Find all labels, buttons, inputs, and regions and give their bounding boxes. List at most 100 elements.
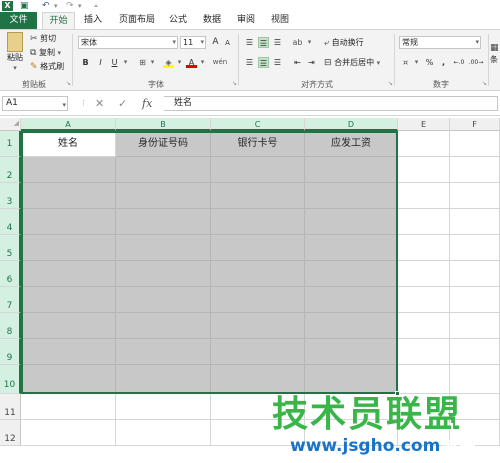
font-color-dropdown-icon[interactable]: ▾ [197,57,208,68]
alignment-launcher-icon[interactable]: ↘ [388,80,393,87]
font-launcher-icon[interactable]: ↘ [232,80,237,87]
cell-a8[interactable] [21,313,116,339]
cell-c8[interactable] [211,313,305,339]
drag-handle-icon[interactable]: ⋮ [80,96,87,111]
paste-dropdown-icon[interactable]: ▾ [5,63,25,74]
cell-d8[interactable] [305,313,398,339]
cell-d6[interactable] [305,261,398,287]
cell-a6[interactable] [21,261,116,287]
font-color-button[interactable]: A [186,57,197,68]
cell-a1[interactable]: 姓名 [21,131,116,157]
copy-button[interactable]: ⧉ 复制 ▾ [30,47,61,59]
orientation-dropdown-icon[interactable]: ▾ [304,37,315,48]
cell-d4[interactable] [305,209,398,235]
italic-button[interactable]: I [95,57,106,68]
cell-f4[interactable] [450,209,500,235]
undo-icon[interactable]: ↶ [42,1,50,11]
comma-button[interactable]: , [438,57,449,68]
decrease-decimal-button[interactable]: .00→ [468,57,484,68]
fill-color-button[interactable]: ◈ [163,57,174,68]
name-box[interactable]: A1 ▾ [2,96,68,111]
cell-c10[interactable] [211,365,305,394]
font-name-select[interactable]: 宋体 ▾ [78,36,178,49]
cell-e10[interactable] [398,365,450,394]
enter-icon[interactable]: ✓ [118,96,127,111]
cell-b11[interactable] [116,394,211,420]
cell-f3[interactable] [450,183,500,209]
format-painter-button[interactable]: ✎ 格式刷 [30,61,64,73]
bold-button[interactable]: B [80,57,91,68]
cell-b4[interactable] [116,209,211,235]
increase-decimal-button[interactable]: ←.0 [452,57,466,68]
cell-b2[interactable] [116,157,211,183]
clipboard-launcher-icon[interactable]: ↘ [66,80,71,87]
cell-a7[interactable] [21,287,116,313]
cell-d1[interactable]: 应发工资 [305,131,398,157]
cell-a2[interactable] [21,157,116,183]
cell-f8[interactable] [450,313,500,339]
tab-formulas[interactable]: 公式 [164,12,192,29]
underline-dropdown-icon[interactable]: ▾ [120,57,131,68]
cell-f10[interactable] [450,365,500,394]
row-header-2[interactable]: 2 [0,157,21,183]
orientation-button[interactable]: ab [292,37,303,48]
fill-color-dropdown-icon[interactable]: ▾ [174,57,185,68]
cell-c6[interactable] [211,261,305,287]
copy-dropdown-icon[interactable]: ▾ [58,49,62,57]
insert-function-icon[interactable]: fx [142,96,152,111]
cell-b7[interactable] [116,287,211,313]
tab-data[interactable]: 数据 [198,12,226,29]
cell-b9[interactable] [116,339,211,365]
row-header-9[interactable]: 9 [0,339,21,365]
redo-icon[interactable]: ↷ [66,1,74,11]
increase-indent-button[interactable]: ⇥ [306,57,317,68]
cell-e2[interactable] [398,157,450,183]
column-header-f[interactable]: F [450,118,500,131]
tab-file[interactable]: 文件 [0,12,37,29]
cell-a9[interactable] [21,339,116,365]
column-header-e[interactable]: E [398,118,450,131]
paste-button[interactable]: 粘贴 ▾ [5,32,25,74]
cell-c2[interactable] [211,157,305,183]
accounting-dropdown-icon[interactable]: ▾ [411,57,422,68]
row-header-7[interactable]: 7 [0,287,21,313]
tab-home[interactable]: 开始 [42,12,75,29]
decrease-indent-button[interactable]: ⇤ [292,57,303,68]
cell-b3[interactable] [116,183,211,209]
cell-e6[interactable] [398,261,450,287]
row-header-4[interactable]: 4 [0,209,21,235]
tab-view[interactable]: 视图 [266,12,294,29]
row-header-12[interactable]: 12 [0,420,21,446]
cell-f1[interactable] [450,131,500,157]
shrink-font-button[interactable]: A [222,38,233,49]
row-header-5[interactable]: 5 [0,235,21,261]
align-top-button[interactable]: ☰ [244,37,255,48]
row-header-11[interactable]: 11 [0,394,21,420]
cell-b5[interactable] [116,235,211,261]
redo-dropdown-icon[interactable]: ▾ [78,1,82,11]
cell-c9[interactable] [211,339,305,365]
select-all-button[interactable]: ◢ [0,118,21,131]
cell-a5[interactable] [21,235,116,261]
cell-a12[interactable] [21,420,116,446]
row-header-8[interactable]: 8 [0,313,21,339]
grow-font-button[interactable]: A [210,37,221,48]
number-launcher-icon[interactable]: ↘ [482,80,487,87]
tab-review[interactable]: 审阅 [232,12,260,29]
cell-b12[interactable] [116,420,211,446]
row-header-10[interactable]: 10 [0,365,21,394]
row-header-6[interactable]: 6 [0,261,21,287]
cell-e7[interactable] [398,287,450,313]
cell-c7[interactable] [211,287,305,313]
percent-button[interactable]: % [424,57,435,68]
cell-f2[interactable] [450,157,500,183]
cell-c1[interactable]: 银行卡号 [211,131,305,157]
tab-page-layout[interactable]: 页面布局 [112,12,162,29]
cell-a3[interactable] [21,183,116,209]
cell-e4[interactable] [398,209,450,235]
align-bottom-button[interactable]: ☰ [272,37,283,48]
cell-d9[interactable] [305,339,398,365]
cell-e1[interactable] [398,131,450,157]
merge-dropdown-icon[interactable]: ▾ [377,59,381,67]
cell-b10[interactable] [116,365,211,394]
